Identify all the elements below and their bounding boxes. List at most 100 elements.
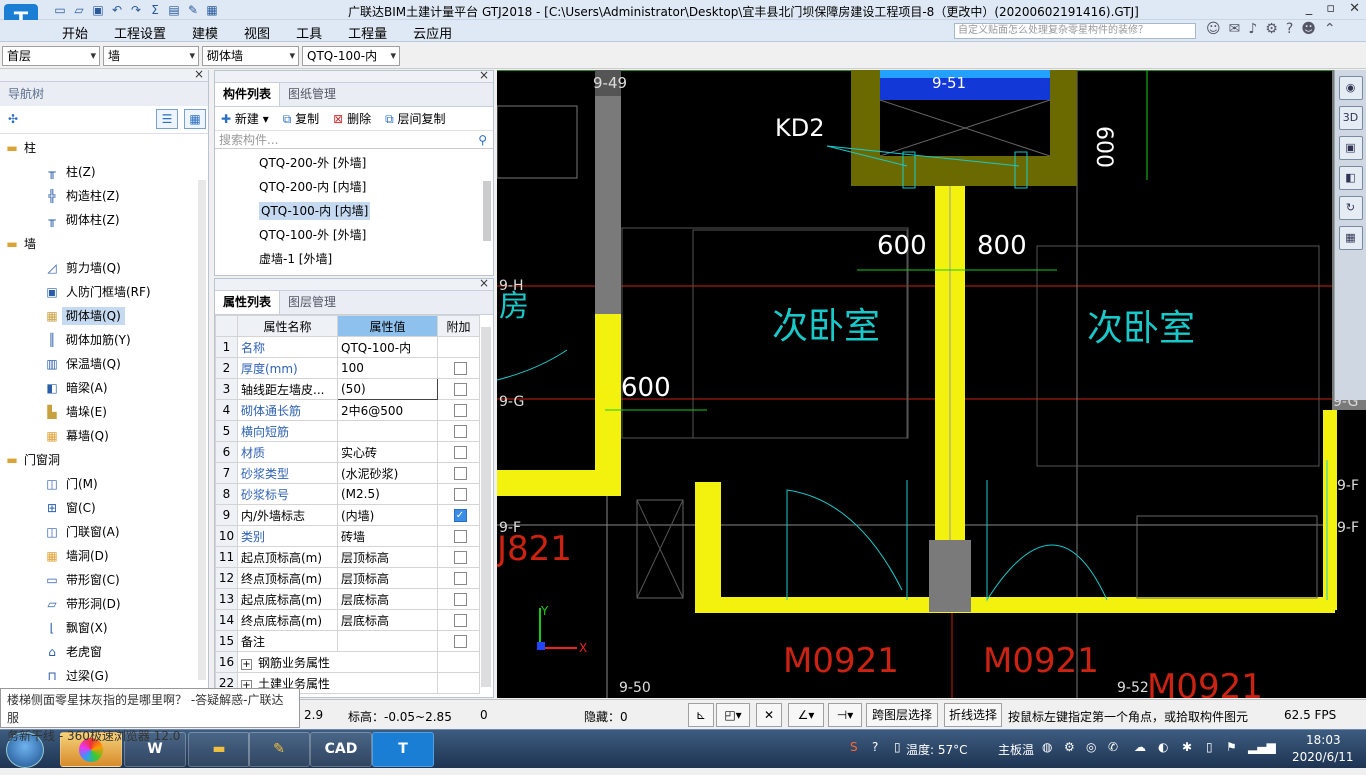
polyline-select-button[interactable]: 折线选择 [944,703,1002,727]
summary-icon[interactable]: ▤ [166,2,182,18]
property-value-field[interactable] [337,630,438,652]
cloud-icon[interactable]: ☁ [1134,740,1146,754]
property-row[interactable]: 6 材质 实心砖 [215,441,480,463]
property-row[interactable]: 16 + 钢筋业务属性 [215,651,480,673]
taskbar-cad[interactable]: CAD [310,732,372,767]
orbit-icon[interactable]: ◉ [1338,76,1363,100]
additional-checkbox[interactable] [453,551,467,564]
tab-layer-management[interactable]: 图层管理 [280,291,344,314]
property-row[interactable]: 11 起点顶标高(m) 层顶标高 [215,546,480,568]
tree-item-civil-defense-wall[interactable]: ▣ 人防门框墙(RF) [0,280,208,304]
tab-property-list[interactable]: 属性列表 [215,291,281,314]
component-item[interactable]: QTQ-100-外 [外墙] [215,223,493,247]
flag-icon[interactable]: ⚑ [1226,740,1237,754]
new-file-icon[interactable]: ▭ [52,2,68,18]
property-row[interactable]: 13 起点底标高(m) 层底标高 [215,588,480,610]
property-scrollbar[interactable] [481,327,491,687]
property-row[interactable]: 1 名称 QTQ-100-内 [215,336,480,358]
tree-item-wall-opening[interactable]: ▦ 墙洞(D) [0,544,208,568]
property-row[interactable]: 8 砂浆标号 (M2.5) [215,483,480,505]
menu-view[interactable]: 视图 [244,23,270,42]
list-view-icon[interactable]: ☰ [156,109,178,129]
property-value-field[interactable]: 砖墙 [337,525,438,547]
menu-quantities[interactable]: 工程量 [348,23,387,42]
view-3d-icon[interactable]: 3D [1338,106,1363,130]
cross-layer-select-button[interactable]: 跨图层选择 [866,703,938,727]
tree-item-dormer-window[interactable]: ⌂ 老虎窗 [0,640,208,664]
tree-item-bay-window[interactable]: ⌊ 飘窗(X) [0,616,208,640]
bell-icon[interactable]: ♪ [1248,21,1257,37]
tree-group-wall[interactable]: ▬ 墙 [0,232,208,256]
gear-icon[interactable]: ⚙ [1064,740,1075,754]
close-icon[interactable]: × [194,67,204,81]
rotate-icon[interactable]: ↻ [1338,196,1363,220]
component-search-input[interactable]: 搜索构件... ⚲ [215,131,493,149]
property-row[interactable]: 14 终点底标高(m) 层底标高 [215,609,480,631]
ortho-button[interactable]: ⊾ [688,703,714,727]
property-row[interactable]: 4 砌体通长筋 2中6@500 [215,399,480,421]
menu-tools[interactable]: 工具 [296,23,322,42]
tree-item-lintel[interactable]: ⊓ 过梁(G) [0,664,208,688]
service-icon[interactable]: ☻ [1301,21,1316,37]
close-icon[interactable]: × [479,276,489,290]
tree-item-masonry-column[interactable]: ╥ 砌体柱(Z) [0,208,208,232]
property-value-field[interactable]: (50) [337,378,438,400]
additional-checkbox[interactable] [453,467,467,480]
property-value-field[interactable]: (内墙) [337,504,438,526]
category-select[interactable]: 墙 [103,46,199,66]
open-folder-icon[interactable]: ▱ [71,2,87,18]
grid-view-icon[interactable]: ▦ [1338,226,1363,250]
additional-checkbox[interactable] [453,383,467,396]
tab-drawing-management[interactable]: 图纸管理 [280,83,344,106]
nav-scrollbar[interactable] [198,180,206,680]
property-value-field[interactable]: 2中6@500 [337,399,438,421]
menu-start[interactable]: 开始 [62,23,88,42]
settings-icon[interactable]: ⚙ [1265,21,1278,37]
menu-project-settings[interactable]: 工程设置 [114,23,166,42]
component-select[interactable]: QTQ-100-内 [302,46,400,66]
close-button[interactable]: ✕ [1349,1,1360,16]
tree-item-door-window[interactable]: ◫ 门联窗(A) [0,520,208,544]
bluetooth-icon[interactable]: ✱ [1182,740,1192,754]
tree-group-openings[interactable]: ▬ 门窗洞 [0,448,208,472]
additional-checkbox[interactable]: ✓ [453,509,467,522]
copy-component-button[interactable]: ⧉ 复制 [283,110,319,127]
wechat-icon[interactable]: ✆ [1108,740,1118,754]
tree-item-door[interactable]: ◫ 门(M) [0,472,208,496]
component-item-selected[interactable]: QTQ-100-内 [内墙] [215,199,493,223]
tree-group-column[interactable]: ▬ 柱 [0,136,208,160]
tree-item-strip-window[interactable]: ▭ 带形窗(C) [0,568,208,592]
chip-icon[interactable]: ▯ [894,740,901,754]
menu-cloud[interactable]: 云应用 [413,23,452,42]
additional-checkbox[interactable] [453,614,467,627]
tree-item-insulation-wall[interactable]: ▥ 保温墙(Q) [0,352,208,376]
property-value-field[interactable]: QTQ-100-内 [337,336,438,358]
additional-checkbox[interactable] [453,530,467,543]
weibo-icon[interactable]: ◎ [1086,740,1096,754]
component-item[interactable]: 虚墙-1 [外墙] [215,247,493,271]
snap-button[interactable]: ◰▾ [716,703,750,727]
save-icon[interactable]: ▣ [90,2,106,18]
drawing-canvas[interactable]: Y X 9-49 9-51 9-H 9-G 9-F 9-F 9-G 9-F 9-… [497,70,1366,698]
tree-item-column[interactable]: ╥ 柱(Z) [0,160,208,184]
tree-item-structural-column[interactable]: ╬ 构造柱(Z) [0,184,208,208]
delete-component-button[interactable]: ⊠ 删除 [333,110,371,127]
mail-icon[interactable]: ✉ [1229,21,1241,37]
component-list-scrollbar[interactable] [483,181,491,241]
tab-component-list[interactable]: 构件列表 [215,83,281,106]
close-icon[interactable]: × [479,68,489,82]
tree-item-wall-pier[interactable]: ▙ 墙垛(E) [0,400,208,424]
tree-item-strip-opening[interactable]: ▱ 带形洞(D) [0,592,208,616]
menu-modeling[interactable]: 建模 [192,23,218,42]
search-icon[interactable]: ⚲ [478,131,487,149]
property-row[interactable]: 10 类别 砖墙 [215,525,480,547]
property-value-field[interactable]: 层顶标高 [337,546,438,568]
additional-checkbox[interactable] [453,404,467,417]
additional-checkbox[interactable] [453,425,467,438]
angle-button[interactable]: ∠▾ [788,703,824,727]
property-value-field[interactable]: 实心砖 [337,441,438,463]
property-value-field[interactable]: 层底标高 [337,588,438,610]
clock-time[interactable]: 18:03 [1306,733,1341,747]
tree-item-hidden-beam[interactable]: ◧ 暗梁(A) [0,376,208,400]
additional-checkbox[interactable] [453,593,467,606]
